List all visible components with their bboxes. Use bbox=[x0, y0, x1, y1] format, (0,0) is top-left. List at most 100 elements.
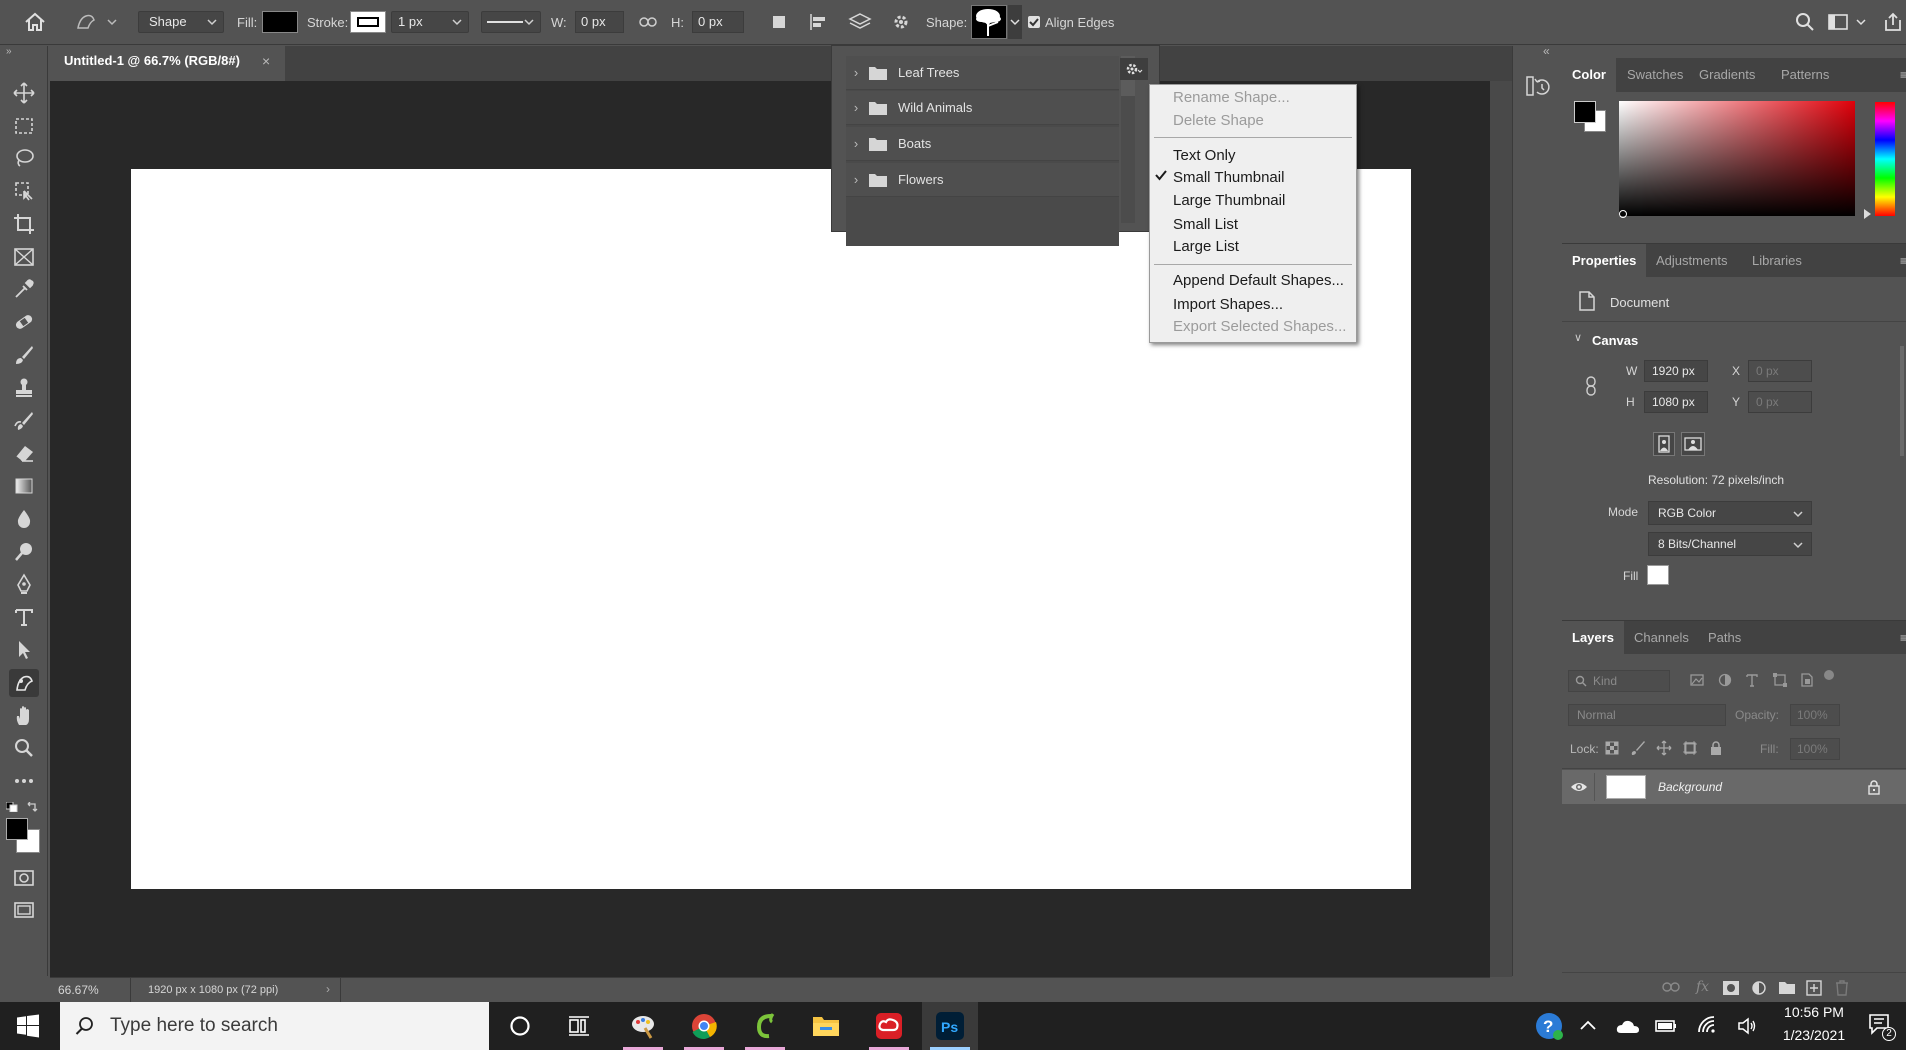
lock-transparent-pixels-icon[interactable] bbox=[1604, 740, 1620, 756]
paint-app-icon[interactable] bbox=[615, 1002, 671, 1050]
path-arrangement-icon[interactable] bbox=[846, 9, 874, 35]
move-tool-icon[interactable] bbox=[9, 79, 39, 107]
lock-icon[interactable] bbox=[1867, 779, 1881, 795]
hue-slider[interactable] bbox=[1875, 102, 1895, 216]
shape-picker-menu-gear-icon[interactable] bbox=[1120, 58, 1148, 80]
photoshop-app-icon[interactable]: Ps bbox=[922, 1002, 978, 1050]
link-dimensions-icon[interactable] bbox=[1584, 375, 1602, 397]
share-icon[interactable] bbox=[1880, 9, 1906, 35]
collapse-toolbar-icon[interactable]: » bbox=[6, 46, 20, 57]
menu-item-small-list[interactable]: Small List bbox=[1173, 215, 1238, 235]
canvas-y-field[interactable]: 0 px bbox=[1748, 391, 1812, 413]
tab-color[interactable]: Color bbox=[1562, 58, 1616, 92]
creative-cloud-icon[interactable] bbox=[861, 1002, 917, 1050]
path-operations-icon[interactable] bbox=[767, 11, 791, 33]
cortana-icon[interactable] bbox=[492, 1002, 548, 1050]
marquee-tool-icon[interactable] bbox=[9, 112, 39, 140]
menu-item-text-only[interactable]: Text Only bbox=[1173, 146, 1236, 166]
tab-paths[interactable]: Paths bbox=[1698, 621, 1751, 655]
chevron-right-icon[interactable]: › bbox=[846, 136, 866, 151]
shape-group-leaf-trees[interactable]: › Leaf Trees bbox=[846, 56, 1119, 90]
menu-item-import-shapes[interactable]: Import Shapes... bbox=[1173, 295, 1283, 315]
tab-libraries[interactable]: Libraries bbox=[1742, 244, 1812, 278]
chevron-right-icon[interactable]: › bbox=[846, 100, 866, 115]
width-field[interactable]: 0 px bbox=[575, 11, 624, 33]
chevron-right-icon[interactable]: › bbox=[846, 172, 866, 187]
color-field[interactable] bbox=[1619, 101, 1855, 216]
panel-menu-icon[interactable]: ≡ bbox=[1900, 631, 1906, 645]
canvas-fill-swatch[interactable] bbox=[1647, 565, 1669, 585]
volume-icon[interactable] bbox=[1736, 1015, 1758, 1037]
filter-shape-icon[interactable] bbox=[1772, 672, 1788, 688]
frame-tool-icon[interactable] bbox=[9, 243, 39, 271]
delete-layer-icon[interactable] bbox=[1834, 980, 1850, 996]
screen-mode-icon[interactable] bbox=[9, 896, 39, 924]
shape-preview[interactable] bbox=[971, 5, 1007, 39]
gradient-tool-icon[interactable] bbox=[9, 472, 39, 500]
panel-menu-icon[interactable]: ≡ bbox=[1900, 254, 1906, 268]
history-brush-tool-icon[interactable] bbox=[9, 407, 39, 435]
filter-pixel-icon[interactable] bbox=[1689, 672, 1705, 688]
menu-item-large-list[interactable]: Large List bbox=[1173, 237, 1239, 257]
shape-picker-toggle[interactable] bbox=[1008, 5, 1022, 39]
shape-group-flowers[interactable]: › Flowers bbox=[846, 163, 1119, 197]
new-adjustment-layer-icon[interactable] bbox=[1751, 980, 1767, 996]
tab-channels[interactable]: Channels bbox=[1624, 621, 1699, 655]
lock-position-icon[interactable] bbox=[1656, 740, 1672, 756]
green-app-icon[interactable] bbox=[737, 1002, 793, 1050]
path-selection-tool-icon[interactable] bbox=[9, 636, 39, 664]
menu-item-large-thumbnail[interactable]: Large Thumbnail bbox=[1173, 191, 1285, 211]
tab-patterns[interactable]: Patterns bbox=[1771, 58, 1839, 92]
pen-tool-icon[interactable] bbox=[9, 570, 39, 598]
tab-swatches[interactable]: Swatches bbox=[1617, 58, 1693, 92]
layer-effects-icon[interactable]: fx bbox=[1696, 979, 1710, 995]
link-icon[interactable] bbox=[636, 11, 660, 33]
canvas-x-field[interactable]: 0 px bbox=[1748, 360, 1812, 382]
fill-swatch[interactable] bbox=[262, 11, 298, 33]
eye-icon[interactable] bbox=[1570, 780, 1588, 794]
show-hidden-icons-chevron-icon[interactable] bbox=[1578, 1016, 1598, 1036]
filter-smart-object-icon[interactable] bbox=[1799, 672, 1815, 688]
canvas-width-field[interactable]: 1920 px bbox=[1644, 360, 1708, 382]
layer-name[interactable]: Background bbox=[1658, 780, 1722, 794]
status-menu-arrow-icon[interactable]: › bbox=[326, 982, 330, 996]
notification-center-icon[interactable]: 2 bbox=[1868, 1013, 1896, 1041]
shape-group-wild-animals[interactable]: › Wild Animals bbox=[846, 91, 1119, 125]
menu-item-delete-shape[interactable]: Delete Shape bbox=[1173, 111, 1264, 131]
brush-tool-icon[interactable] bbox=[9, 341, 39, 369]
filter-type-icon[interactable] bbox=[1744, 672, 1760, 688]
panel-menu-icon[interactable]: ≡ bbox=[1900, 68, 1906, 82]
properties-scrollbar[interactable] bbox=[1900, 346, 1904, 456]
zoom-tool-icon[interactable] bbox=[9, 734, 39, 762]
help-icon[interactable]: ? bbox=[1534, 1011, 1564, 1041]
gear-icon[interactable] bbox=[888, 9, 914, 35]
blur-tool-icon[interactable] bbox=[9, 505, 39, 533]
type-tool-icon[interactable] bbox=[9, 603, 39, 631]
color-fg-swatch[interactable] bbox=[1574, 101, 1596, 123]
link-layers-icon[interactable] bbox=[1662, 981, 1680, 995]
hand-tool-icon[interactable] bbox=[9, 702, 39, 730]
object-selection-tool-icon[interactable] bbox=[9, 177, 39, 205]
stroke-type-dropdown[interactable] bbox=[481, 11, 541, 33]
custom-shape-tool-preset-icon[interactable] bbox=[72, 9, 120, 35]
canvas-height-field[interactable]: 1080 px bbox=[1644, 391, 1708, 413]
quick-mask-icon[interactable] bbox=[9, 864, 39, 892]
tab-layers[interactable]: Layers bbox=[1562, 621, 1624, 655]
clock-time[interactable]: 10:56 PM bbox=[1778, 1004, 1850, 1020]
color-mode-dropdown[interactable]: RGB Color bbox=[1648, 501, 1812, 525]
close-tab-icon[interactable]: × bbox=[262, 46, 270, 76]
new-layer-icon[interactable] bbox=[1806, 980, 1822, 996]
blend-mode-dropdown[interactable]: Normal bbox=[1568, 704, 1726, 726]
layer-fill-field[interactable]: 100% bbox=[1790, 738, 1840, 760]
lasso-tool-icon[interactable] bbox=[9, 144, 39, 172]
file-explorer-icon[interactable] bbox=[798, 1002, 854, 1050]
dodge-tool-icon[interactable] bbox=[9, 538, 39, 566]
document-tab[interactable]: Untitled-1 @ 66.7% (RGB/8#) × bbox=[50, 46, 285, 81]
filter-toggle-icon[interactable] bbox=[1824, 670, 1834, 680]
foreground-color-swatch[interactable] bbox=[6, 818, 28, 840]
layer-row-background[interactable]: Background bbox=[1562, 770, 1906, 804]
search-icon[interactable] bbox=[1791, 9, 1819, 35]
opacity-field[interactable]: 100% bbox=[1790, 704, 1840, 726]
path-alignment-icon[interactable] bbox=[806, 11, 830, 33]
hue-slider-handle[interactable] bbox=[1864, 209, 1871, 219]
